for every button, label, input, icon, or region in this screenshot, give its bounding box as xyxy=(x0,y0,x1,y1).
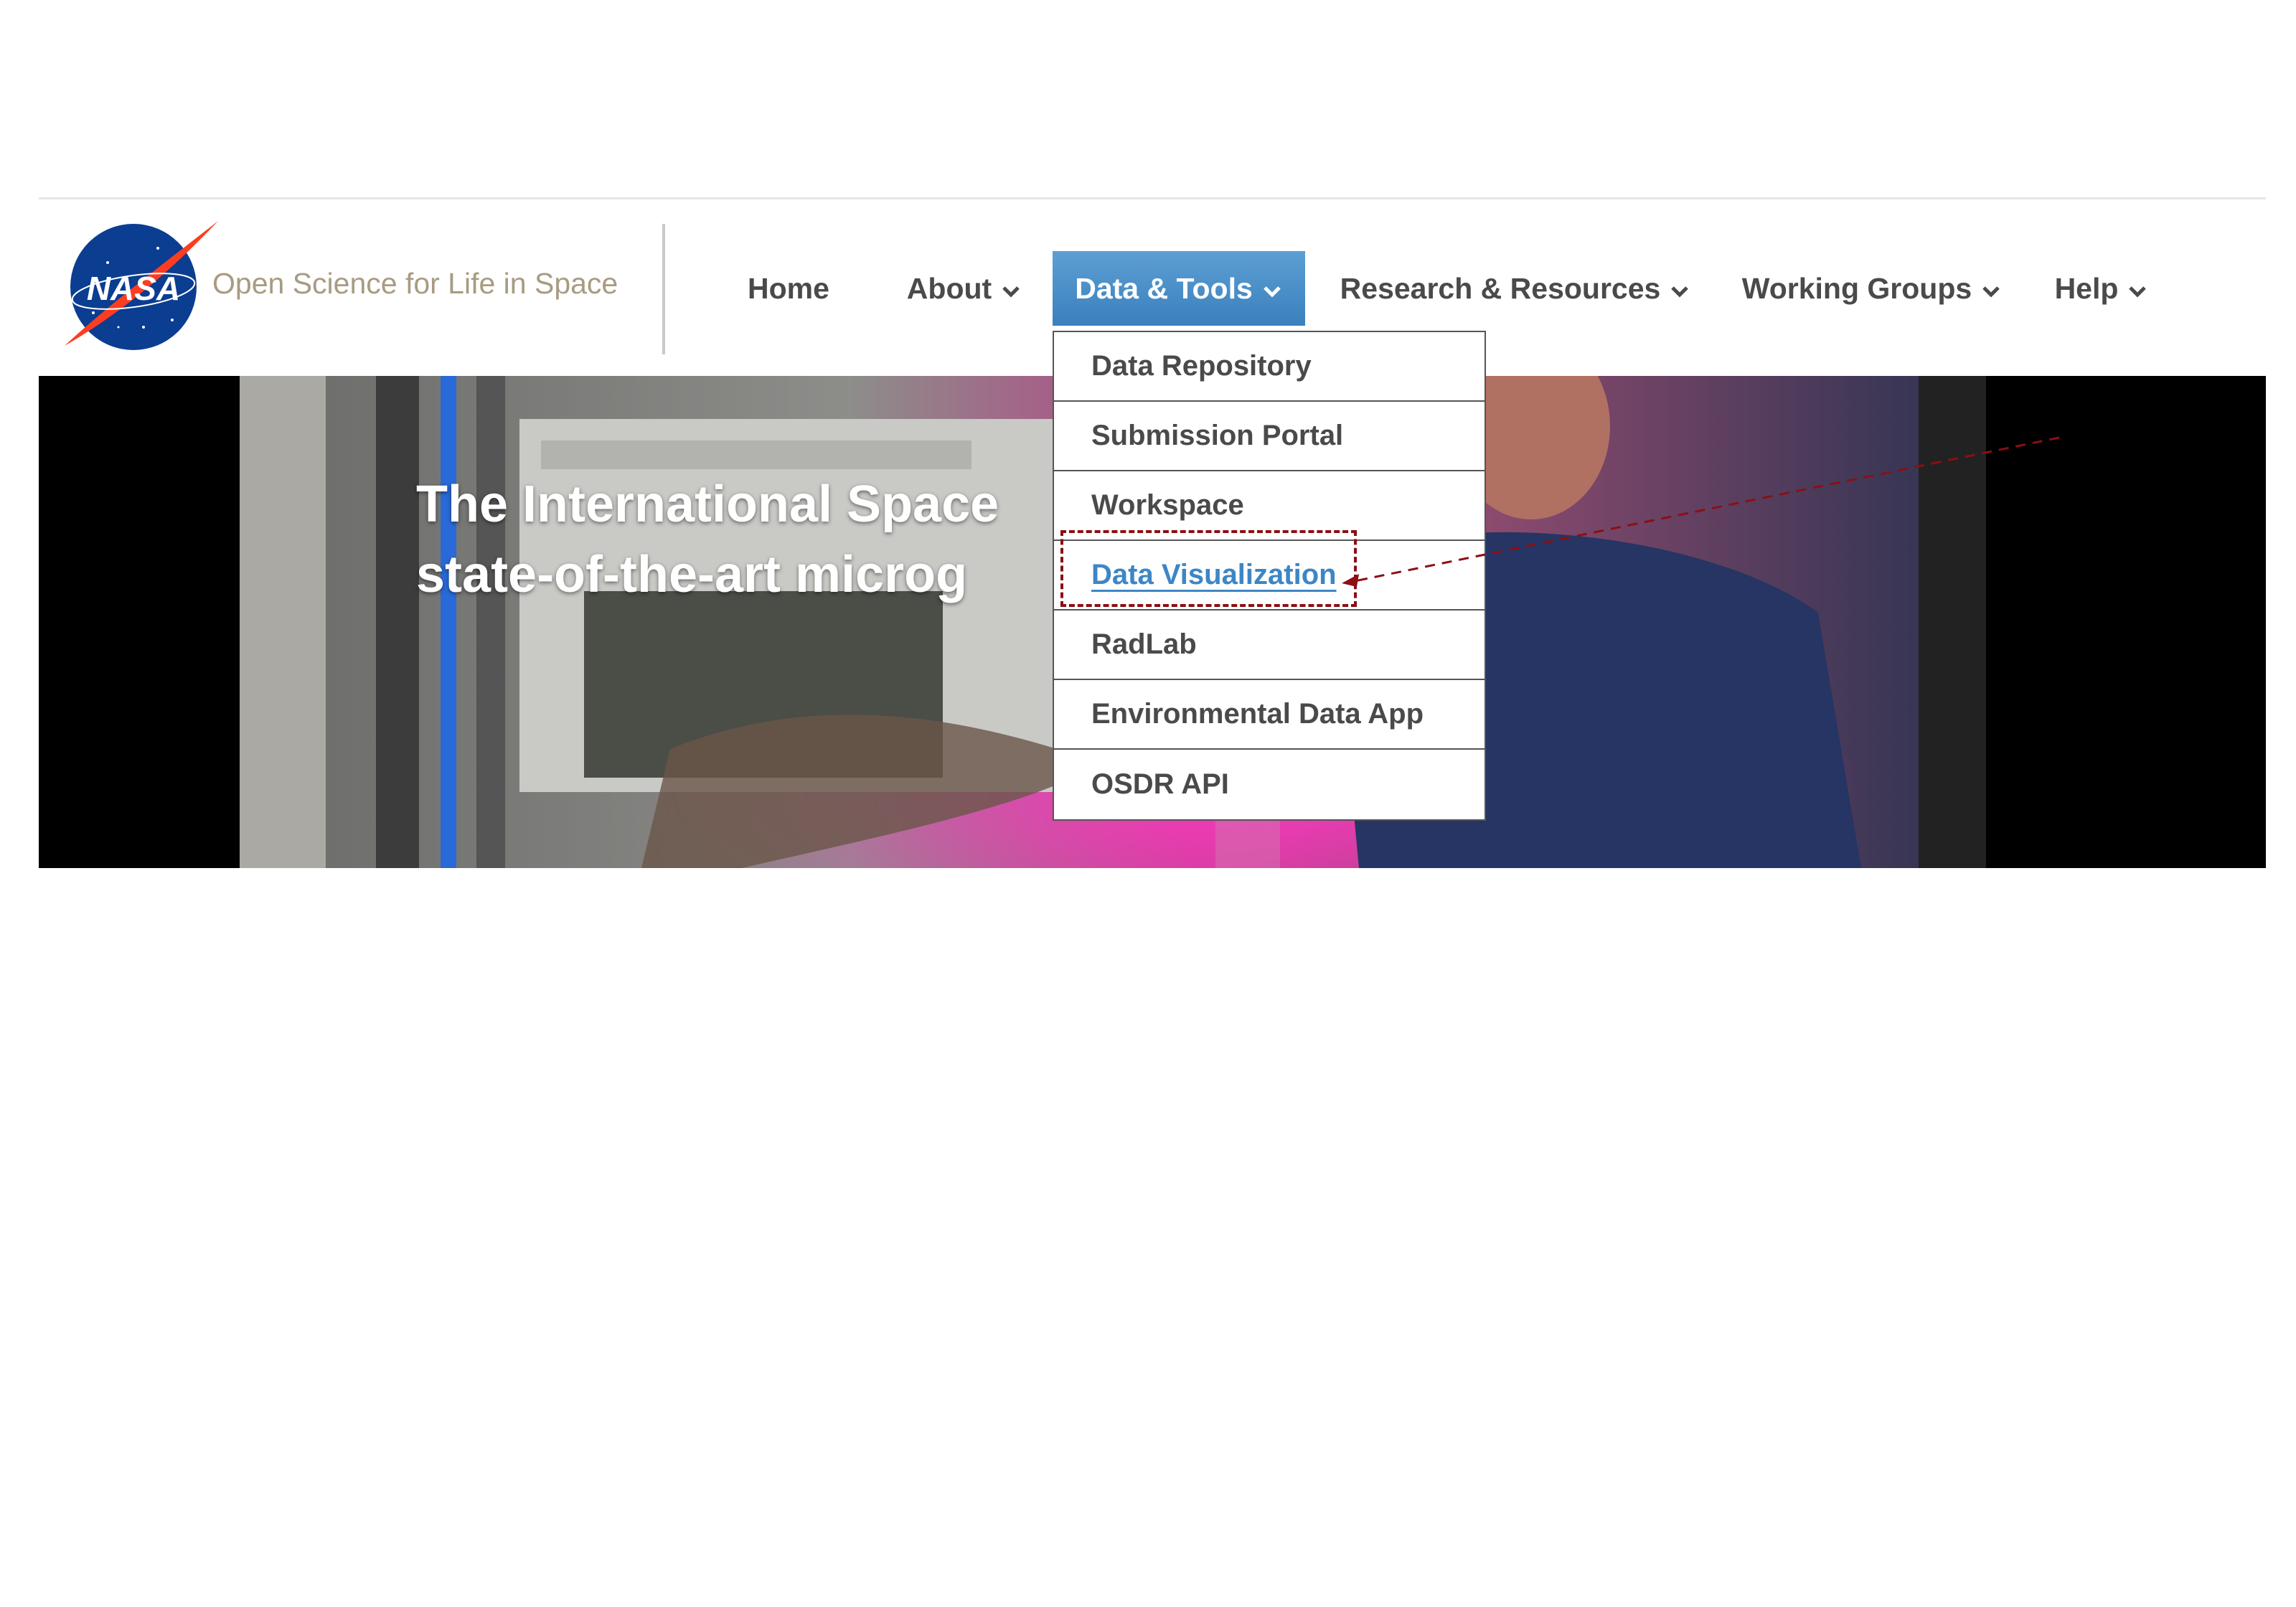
dropdown-item-osdr-api[interactable]: OSDR API xyxy=(1054,750,1485,819)
nav-working-groups[interactable]: Working Groups xyxy=(1736,251,2008,326)
nav-about-label: About xyxy=(906,271,992,305)
chevron-down-icon xyxy=(1982,286,2000,298)
header-divider xyxy=(662,224,665,354)
nav-research-resources-label: Research & Resources xyxy=(1340,271,1661,305)
chevron-down-icon xyxy=(1671,286,1689,298)
dropdown-item-radlab[interactable]: RadLab xyxy=(1054,611,1485,680)
nav-help-label: Help xyxy=(2054,271,2119,305)
dropdown-item-environmental-data-app[interactable]: Environmental Data App xyxy=(1054,680,1485,750)
dropdown-item-submission-portal[interactable]: Submission Portal xyxy=(1054,402,1485,471)
nav-home-label: Home xyxy=(748,271,829,305)
nasa-logo[interactable]: NASA xyxy=(65,220,222,352)
dropdown-item-data-repository[interactable]: Data Repository xyxy=(1054,332,1485,402)
site-title[interactable]: Open Science for Life in Space xyxy=(212,267,618,301)
nav-data-tools[interactable]: Data & Tools xyxy=(1053,251,1305,326)
nav-help[interactable]: Help xyxy=(2048,251,2155,326)
nav-working-groups-label: Working Groups xyxy=(1741,271,1972,305)
hero-heading-line2: state-of-the-art microg xyxy=(416,546,968,603)
nav-data-tools-label: Data & Tools xyxy=(1075,271,1253,305)
nav-research-resources[interactable]: Research & Resources xyxy=(1336,251,1695,326)
svg-text:NASA: NASA xyxy=(87,270,180,307)
chevron-down-icon xyxy=(1263,286,1281,298)
chevron-down-icon xyxy=(1002,286,1020,298)
nav-home[interactable]: Home xyxy=(728,251,850,326)
nav-about[interactable]: About xyxy=(893,251,1036,326)
hero-heading-line1: The International Space xyxy=(416,476,999,533)
hero-heading: The International Space state-of-the-art… xyxy=(416,469,999,610)
annotation-highlight-box xyxy=(1060,530,1357,607)
chevron-down-icon xyxy=(2129,286,2147,298)
